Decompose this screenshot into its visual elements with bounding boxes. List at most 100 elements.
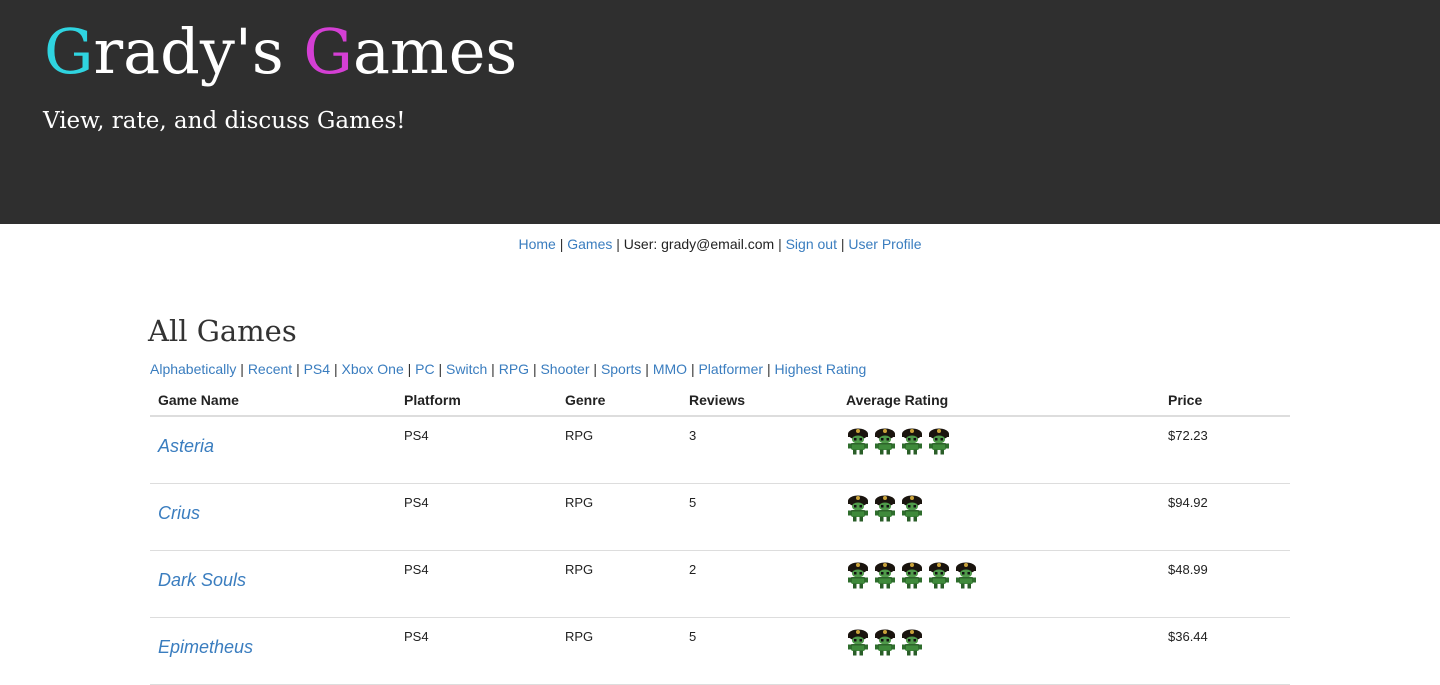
platform-cell: PS4 — [396, 550, 557, 618]
goblin-character-icon — [873, 561, 897, 589]
title-text-2: ames — [352, 15, 518, 88]
title-letter-g-magenta: G — [303, 15, 353, 88]
games-table-body: Asteria PS4 RPG 3 $72.23 Crius PS4 RPG 5 $94.92 Da… — [150, 416, 1290, 685]
reviews-cell: 2 — [681, 550, 838, 618]
reviews-cell: 5 — [681, 617, 838, 685]
filter-link-ps4[interactable]: PS4 — [304, 361, 330, 377]
filter-link-sports[interactable]: Sports — [601, 361, 641, 377]
genre-cell: RPG — [557, 416, 681, 484]
column-header-price[interactable]: Price — [1160, 384, 1290, 417]
goblin-character-icon — [954, 561, 978, 589]
game-name-cell: Epimetheus — [150, 617, 396, 685]
column-header-reviews[interactable]: Reviews — [681, 384, 838, 417]
filter-separator: | — [333, 361, 338, 377]
nav-games-link[interactable]: Games — [567, 236, 612, 252]
filter-separator: | — [593, 361, 598, 377]
filter-separator: | — [491, 361, 495, 377]
filter-separator: | — [645, 361, 649, 377]
rating-icons — [846, 417, 1160, 455]
goblin-character-icon — [900, 561, 924, 589]
rating-icons — [846, 618, 1160, 656]
column-header-game-name[interactable]: Game Name — [150, 384, 396, 417]
platform-cell: PS4 — [396, 416, 557, 484]
nav-home-link[interactable]: Home — [518, 236, 555, 252]
goblin-character-icon — [927, 427, 951, 455]
reviews-cell: 5 — [681, 483, 838, 551]
goblin-character-icon — [846, 494, 870, 522]
goblin-character-icon — [900, 427, 924, 455]
price-cell: $36.44 — [1160, 617, 1290, 685]
table-row: Crius PS4 RPG 5 $94.92 — [150, 483, 1290, 551]
genre-cell: RPG — [557, 550, 681, 618]
table-row: Epimetheus PS4 RPG 5 $36.44 — [150, 617, 1290, 685]
nav-separator: | — [616, 236, 620, 252]
game-link[interactable]: Dark Souls — [158, 570, 246, 591]
nav-separator: | — [840, 236, 845, 252]
filter-separator: | — [438, 361, 443, 377]
filter-separator: | — [532, 361, 537, 377]
filter-separator: | — [407, 361, 412, 377]
nav-user-profile-link[interactable]: User Profile — [848, 236, 921, 252]
nav-separator: | — [778, 236, 782, 252]
goblin-character-icon — [900, 494, 924, 522]
title-text-1: rady's — [93, 15, 304, 88]
game-name-cell: Asteria — [150, 416, 396, 484]
goblin-character-icon — [900, 628, 924, 656]
rating-icons — [846, 484, 1160, 522]
page-title: All Games — [148, 314, 297, 348]
filter-link-highest-rating[interactable]: Highest Rating — [774, 361, 866, 377]
site-title: Grady's Games — [44, 14, 517, 90]
game-link[interactable]: Crius — [158, 503, 200, 524]
filter-link-shooter[interactable]: Shooter — [540, 361, 589, 377]
reviews-cell: 3 — [681, 416, 838, 484]
filter-link-recent[interactable]: Recent — [248, 361, 292, 377]
nav-user-text: User: grady@email.com — [623, 236, 775, 252]
filter-links: Alphabetically | Recent | PS4 | Xbox One… — [150, 359, 866, 379]
game-name-cell: Crius — [150, 483, 396, 551]
column-header-genre[interactable]: Genre — [557, 384, 681, 417]
site-header: Grady's Games View, rate, and discuss Ga… — [0, 0, 1440, 224]
goblin-character-icon — [846, 427, 870, 455]
filter-link-rpg[interactable]: RPG — [499, 361, 529, 377]
nav-sign-out-link[interactable]: Sign out — [786, 236, 837, 252]
filter-separator: | — [690, 361, 695, 377]
table-row: Dark Souls PS4 RPG 2 $48.99 — [150, 550, 1290, 618]
genre-cell: RPG — [557, 483, 681, 551]
goblin-character-icon — [873, 628, 897, 656]
title-letter-g-cyan: G — [44, 15, 94, 88]
game-link[interactable]: Asteria — [158, 436, 214, 457]
goblin-character-icon — [927, 561, 951, 589]
average-rating-cell — [838, 550, 1160, 618]
goblin-character-icon — [846, 561, 870, 589]
filter-link-xbox-one[interactable]: Xbox One — [341, 361, 403, 377]
filter-separator: | — [240, 361, 244, 377]
column-header-platform[interactable]: Platform — [396, 384, 557, 417]
top-nav: Home | Games | User: grady@email.com | S… — [0, 234, 1440, 254]
goblin-character-icon — [873, 427, 897, 455]
table-header-row: Game Name Platform Genre Reviews Average… — [150, 384, 1290, 417]
game-name-cell: Dark Souls — [150, 550, 396, 618]
filter-link-alphabetically[interactable]: Alphabetically — [150, 361, 236, 377]
games-table: Game Name Platform Genre Reviews Average… — [150, 384, 1290, 685]
price-cell: $72.23 — [1160, 416, 1290, 484]
goblin-character-icon — [873, 494, 897, 522]
filter-separator: | — [296, 361, 300, 377]
filter-link-platformer[interactable]: Platformer — [698, 361, 763, 377]
column-header-average-rating[interactable]: Average Rating — [838, 384, 1160, 417]
goblin-character-icon — [846, 628, 870, 656]
average-rating-cell — [838, 617, 1160, 685]
filter-link-switch[interactable]: Switch — [446, 361, 487, 377]
filter-link-mmo[interactable]: MMO — [653, 361, 687, 377]
filter-separator: | — [766, 361, 771, 377]
platform-cell: PS4 — [396, 617, 557, 685]
average-rating-cell — [838, 416, 1160, 484]
filter-link-pc[interactable]: PC — [415, 361, 434, 377]
price-cell: $48.99 — [1160, 550, 1290, 618]
genre-cell: RPG — [557, 617, 681, 685]
price-cell: $94.92 — [1160, 483, 1290, 551]
table-row: Asteria PS4 RPG 3 $72.23 — [150, 416, 1290, 484]
nav-separator: | — [559, 236, 564, 252]
game-link[interactable]: Epimetheus — [158, 637, 253, 658]
rating-icons — [846, 551, 1160, 589]
platform-cell: PS4 — [396, 483, 557, 551]
